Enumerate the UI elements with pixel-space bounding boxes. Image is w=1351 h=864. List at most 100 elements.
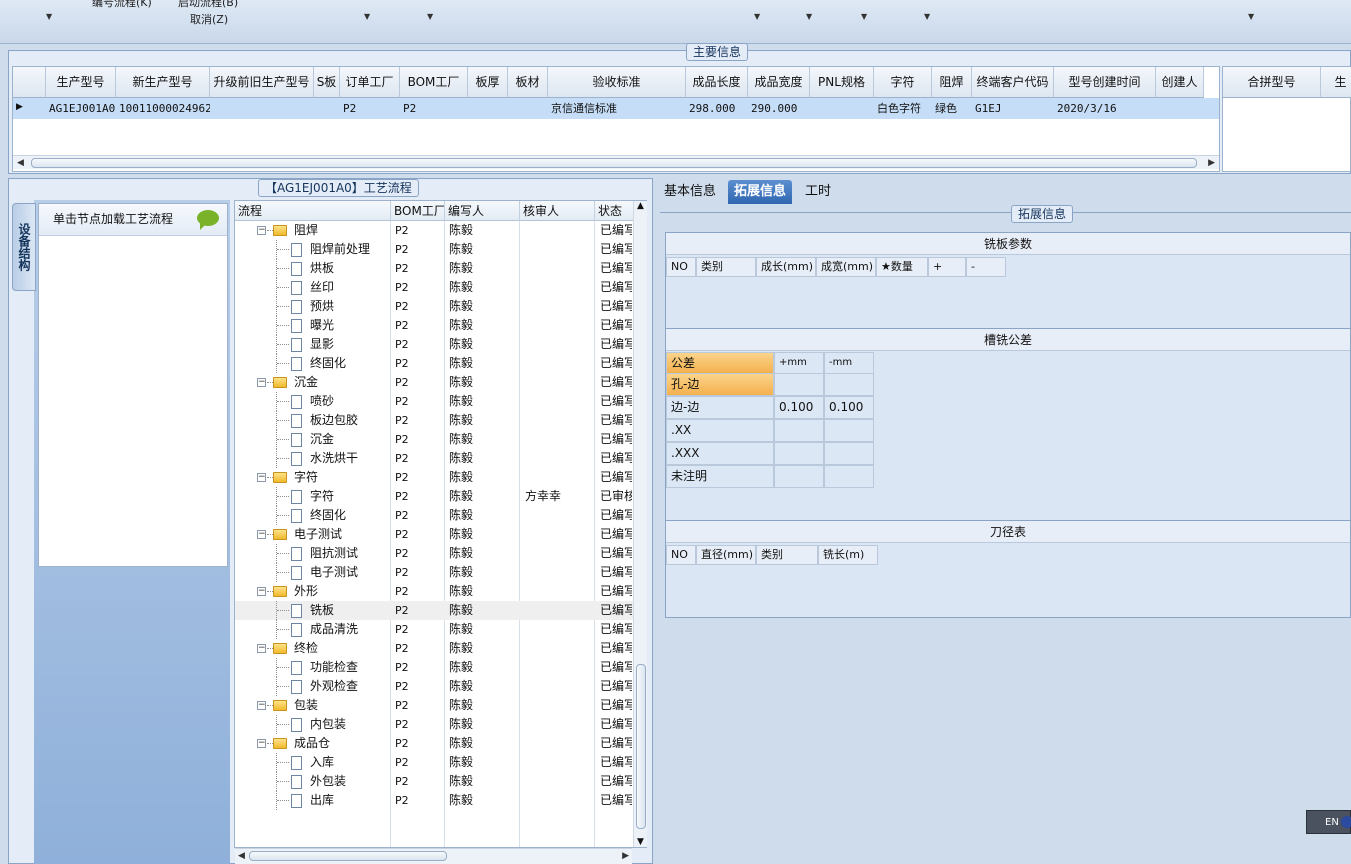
tree-row[interactable]: 内包装 P2 陈毅 已编写 (235, 715, 635, 734)
column-header[interactable]: PNL规格 (810, 67, 874, 98)
tree-row[interactable]: 终固化 P2 陈毅 已编写 (235, 354, 635, 373)
mill-param-column-header[interactable]: NO (666, 257, 696, 277)
tree-row[interactable]: 字符 P2 陈毅 方幸幸 已审核 (235, 487, 635, 506)
column-header[interactable]: 字符 (874, 67, 932, 98)
tree-column-header[interactable]: BOM工厂 (391, 201, 445, 221)
mill-param-column-header[interactable]: 成宽(mm) (816, 257, 876, 277)
tree-row[interactable]: 外观检查 P2 陈毅 已编写 (235, 677, 635, 696)
tree-column-header[interactable]: 状态 (595, 201, 635, 221)
tolerance-cell[interactable]: 0.100 (824, 396, 874, 419)
tree-row[interactable]: 阻抗测试 P2 陈毅 已编写 (235, 544, 635, 563)
tree-row[interactable]: 功能检查 P2 陈毅 已编写 (235, 658, 635, 677)
dropdown-arrow-icon[interactable]: ▼ (806, 12, 812, 21)
main-grid-hscrollbar[interactable]: ◀ ▶ (13, 155, 1219, 169)
column-header[interactable]: 终端客户代码 (972, 67, 1054, 98)
tool-table-column-header[interactable]: NO (666, 545, 696, 565)
tolerance-cell[interactable] (824, 373, 874, 396)
tree-row[interactable]: − 终检 P2 陈毅 已编写 (235, 639, 635, 658)
tree-row[interactable]: 出库 P2 陈毅 已编写 (235, 791, 635, 810)
mill-param-column-header[interactable]: 成长(mm) (756, 257, 816, 277)
dropdown-arrow-icon[interactable]: ▼ (46, 12, 52, 21)
column-header[interactable]: 板厚 (468, 67, 508, 98)
collapse-icon[interactable]: − (257, 530, 266, 539)
tree-row[interactable]: 烘板 P2 陈毅 已编写 (235, 259, 635, 278)
ime-indicator[interactable]: EN (1306, 810, 1351, 834)
scroll-right-icon[interactable]: ▶ (622, 849, 629, 863)
toolbar-cancel[interactable]: 取消(Z) (190, 11, 228, 27)
tolerance-cell[interactable] (774, 419, 824, 442)
tool-table-column-header[interactable]: 类别 (756, 545, 818, 565)
scroll-left-icon[interactable]: ◀ (238, 849, 245, 863)
dropdown-arrow-icon[interactable]: ▼ (924, 12, 930, 21)
tree-row[interactable]: 电子测试 P2 陈毅 已编写 (235, 563, 635, 582)
tool-table-column-header[interactable]: 直径(mm) (696, 545, 756, 565)
tool-table-column-header[interactable]: 铣长(m) (818, 545, 878, 565)
tree-row[interactable]: 阻焊前处理 P2 陈毅 已编写 (235, 240, 635, 259)
column-header[interactable]: 新生产型号 (116, 67, 210, 98)
grid-cell[interactable]: P2 (400, 99, 468, 119)
column-header[interactable]: 阻焊 (932, 67, 972, 98)
column-header[interactable]: 创建人 (1156, 67, 1204, 98)
column-header[interactable]: 板材 (508, 67, 548, 98)
mill-param-column-header[interactable]: 类别 (696, 257, 756, 277)
collapse-icon[interactable]: − (257, 701, 266, 710)
tree-row[interactable]: 成品清洗 P2 陈毅 已编写 (235, 620, 635, 639)
mill-param-column-header[interactable]: + (928, 257, 966, 277)
tree-row[interactable]: 板边包胶 P2 陈毅 已编写 (235, 411, 635, 430)
toolbar-start-flow[interactable]: 启动流程(B) (178, 0, 238, 10)
tree-column-header[interactable]: 编写人 (445, 201, 520, 221)
tree-row[interactable]: 喷砂 P2 陈毅 已编写 (235, 392, 635, 411)
tolerance-cell[interactable] (824, 442, 874, 465)
grid-cell[interactable] (810, 99, 874, 119)
column-header[interactable]: 订单工厂 (340, 67, 400, 98)
scroll-thumb[interactable] (249, 851, 447, 861)
scroll-thumb[interactable] (31, 158, 1197, 168)
scroll-thumb[interactable] (636, 664, 646, 829)
tolerance-cell[interactable] (824, 465, 874, 488)
tree-hscrollbar[interactable]: ◀ ▶ (235, 848, 632, 864)
column-header[interactable]: 型号创建时间 (1054, 67, 1156, 98)
tree-row[interactable]: − 沉金 P2 陈毅 已编写 (235, 373, 635, 392)
dropdown-arrow-icon[interactable]: ▼ (861, 12, 867, 21)
dropdown-arrow-icon[interactable]: ▼ (754, 12, 760, 21)
column-header[interactable]: S板 (314, 67, 340, 98)
grid-cell[interactable]: AG1EJ001A0 (46, 99, 116, 119)
toolbar-number-flow[interactable]: 编号流程(K) (92, 0, 152, 10)
tree-row[interactable]: − 阻焊 P2 陈毅 已编写 (235, 221, 635, 240)
column-header[interactable]: 成品宽度 (748, 67, 810, 98)
grid-cell[interactable]: 京信通信标准 (548, 99, 686, 119)
tree-row[interactable]: 显影 P2 陈毅 已编写 (235, 335, 635, 354)
column-header[interactable]: 升级前旧生产型号 (210, 67, 314, 98)
tree-row[interactable]: 终固化 P2 陈毅 已编写 (235, 506, 635, 525)
tolerance-cell[interactable] (824, 419, 874, 442)
tab-work-hours[interactable]: 工时 (799, 180, 837, 204)
column-header[interactable]: 成品长度 (686, 67, 748, 98)
grid-cell[interactable] (508, 99, 548, 119)
tree-row[interactable]: − 电子测试 P2 陈毅 已编写 (235, 525, 635, 544)
tree-row[interactable]: 沉金 P2 陈毅 已编写 (235, 430, 635, 449)
grid-cell[interactable] (468, 99, 508, 119)
tab-ext-info[interactable]: 拓展信息 (728, 180, 793, 204)
grid-cell[interactable]: 绿色 (932, 99, 972, 119)
tolerance-cell[interactable] (774, 465, 824, 488)
tree-row[interactable]: 预烘 P2 陈毅 已编写 (235, 297, 635, 316)
dropdown-arrow-icon[interactable]: ▼ (1248, 12, 1254, 21)
grid-cell[interactable] (210, 99, 314, 119)
grid-cell[interactable]: P2 (340, 99, 400, 119)
tab-basic-info[interactable]: 基本信息 (658, 180, 722, 204)
mill-param-column-header[interactable]: - (966, 257, 1006, 277)
grid-cell[interactable] (1156, 99, 1204, 119)
collapse-icon[interactable]: − (257, 644, 266, 653)
grid-cell[interactable]: 290.000 (748, 99, 810, 119)
dropdown-arrow-icon[interactable]: ▼ (364, 12, 370, 21)
scroll-up-icon[interactable]: ▲ (637, 201, 644, 211)
process-tree[interactable]: 流程BOM工厂编写人核审人状态−阻焊P2陈毅已编写阻焊前处理P2陈毅已编写烘板P… (234, 200, 647, 848)
speech-bubble-icon[interactable] (197, 210, 219, 230)
tree-row[interactable]: − 外形 P2 陈毅 已编写 (235, 582, 635, 601)
tolerance-cell[interactable]: -mm (824, 352, 874, 374)
tree-row[interactable]: − 成品仓 P2 陈毅 已编写 (235, 734, 635, 753)
node-panel-header[interactable]: 单击节点加载工艺流程 (39, 204, 227, 236)
dropdown-arrow-icon[interactable]: ▼ (427, 12, 433, 21)
mill-param-column-header[interactable]: ★数量 (876, 257, 928, 277)
scroll-right-icon[interactable]: ▶ (1208, 156, 1215, 170)
